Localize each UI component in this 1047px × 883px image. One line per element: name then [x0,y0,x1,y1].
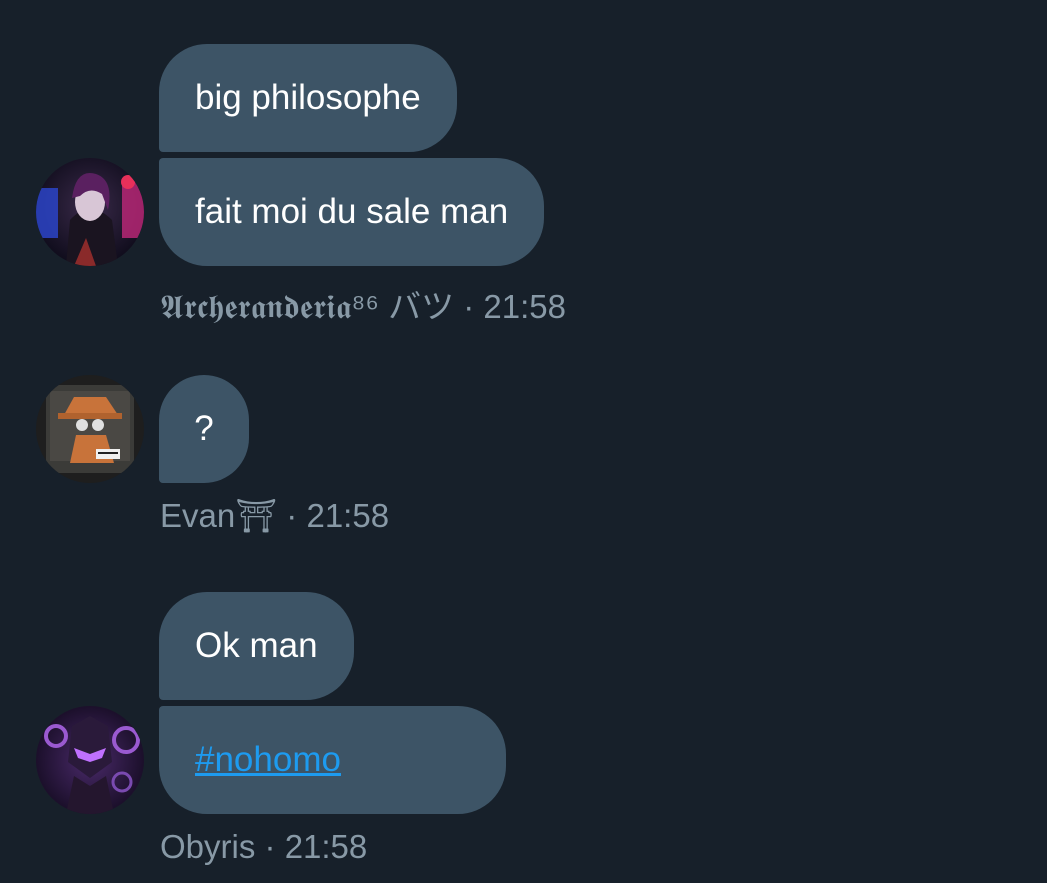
message-bubble[interactable]: Ok man [159,592,354,700]
sender-name[interactable]: 𝕬𝖗𝖈𝖍𝖊𝖗𝖆𝖓𝖉𝖊𝖗𝖎𝖆⁸⁶ バツ [160,288,454,325]
sender-name[interactable]: Evan⛩ [160,497,277,534]
purple-robot-avatar-icon[interactable] [36,706,144,814]
message-bubble[interactable]: ? [159,375,249,483]
message-text: ? [194,409,214,448]
message-text: fait moi du sale man [195,192,509,231]
meta-separator: · [463,288,475,325]
hashtag-link[interactable]: #nohomo [195,740,341,779]
message-meta: 𝕬𝖗𝖈𝖍𝖊𝖗𝖆𝖓𝖉𝖊𝖗𝖎𝖆⁸⁶ バツ · 21:58 [160,280,566,328]
message-bubble[interactable]: #nohomo [159,706,506,814]
message-bubble[interactable]: big philosophe [159,44,457,152]
message-text: big philosophe [195,78,421,117]
meta-separator: · [286,497,298,534]
meta-separator: · [264,828,276,865]
anime-character-avatar-icon[interactable] [36,158,144,266]
message-time: 21:58 [306,497,390,534]
message-meta: Obyris · 21:58 [160,828,367,866]
message-time: 21:58 [284,828,368,865]
sender-name[interactable]: Obyris [160,828,255,865]
message-text: Ok man [195,626,318,665]
message-meta: Evan⛩ · 21:58 [160,497,389,536]
message-time: 21:58 [483,288,567,325]
message-bubble[interactable]: fait moi du sale man [159,158,545,266]
dm-conversation: big philosophe fait moi du sale man 𝕬𝖗𝖈𝖍… [0,0,1047,883]
album-cover-avatar-icon[interactable] [36,375,144,483]
